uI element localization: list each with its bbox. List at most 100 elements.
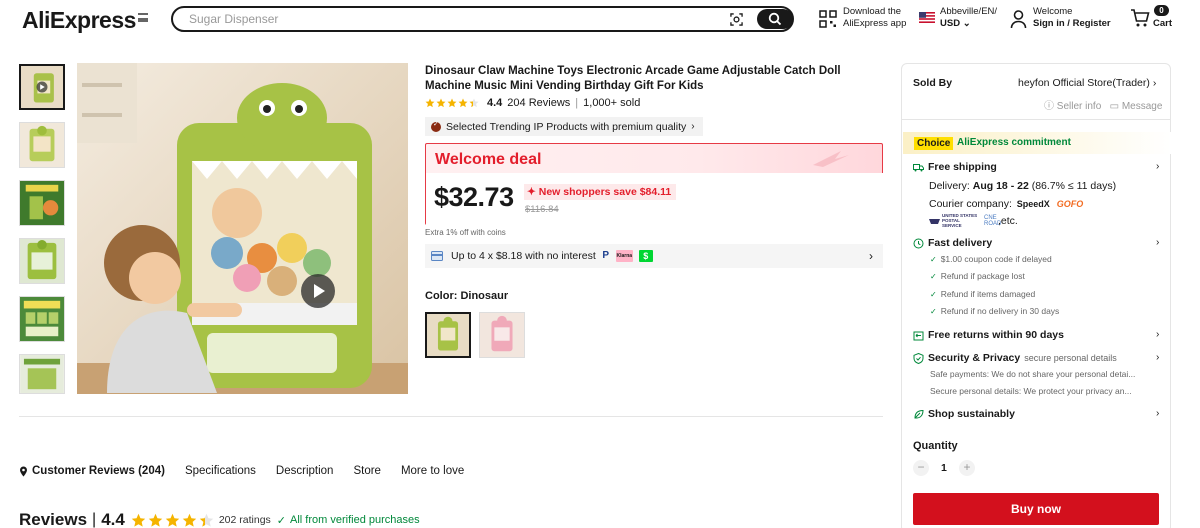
verified-badge-icon (431, 120, 441, 132)
sold-count: 1,000+ sold (583, 97, 641, 109)
secure-details-note: Secure personal details: We protect your… (930, 386, 1132, 396)
chevron-down-icon: ⌄ (962, 17, 971, 29)
product-title: Dinosaur Claw Machine Toys Electronic Ar… (425, 65, 841, 92)
star-icon (148, 513, 163, 527)
cart-icon[interactable] (1130, 8, 1150, 28)
fast-delivery-item: $1.00 coupon code if delayed (930, 254, 1052, 264)
main-product-image[interactable] (77, 63, 408, 394)
quantity-label: Quantity (913, 440, 958, 452)
thumbnail-image[interactable] (19, 296, 65, 342)
search-button[interactable] (757, 9, 793, 29)
installments-row[interactable]: Up to 4 x $8.18 with no interest P Klarn… (425, 244, 883, 268)
search-input[interactable] (189, 11, 709, 27)
security-privacy-row[interactable]: Security & Privacy secure personal detai… (913, 352, 1117, 364)
buy-now-button[interactable]: Buy now (913, 493, 1159, 525)
speedx-logo: SpeedX (1016, 199, 1050, 209)
clock-icon (913, 238, 924, 248)
qr-code-icon[interactable] (819, 10, 837, 28)
section-divider (19, 416, 883, 417)
commitment-bar: Choice AliExpress commitment (903, 132, 1171, 154)
aliexpress-logo[interactable]: AliExpress (22, 7, 136, 34)
star-icon (199, 513, 214, 527)
reviews-rating: 4.4 (101, 510, 125, 528)
reviews-count[interactable]: 204 Reviews (507, 97, 570, 109)
leaf-icon (914, 409, 924, 419)
seller-info-link[interactable]: ⓘ Seller info (1044, 101, 1101, 112)
check-icon: ✓ (276, 514, 287, 527)
color-swatch-pink[interactable] (479, 312, 525, 358)
thumbnail-image[interactable] (19, 354, 65, 394)
shield-icon (913, 352, 924, 364)
gofo-logo: GOFO (1056, 199, 1084, 209)
chevron-right-icon[interactable]: › (1156, 237, 1159, 248)
courier-info: Courier company: SpeedX GOFO (929, 198, 1084, 210)
tab-description[interactable]: Description (276, 464, 334, 478)
play-video-button[interactable] (301, 274, 335, 308)
fast-delivery-item: Refund if no delivery in 30 days (930, 306, 1060, 316)
fast-delivery-item: Refund if items damaged (930, 289, 1036, 299)
locale-selector[interactable]: Abbeville/EN/ USD ⌄ (940, 6, 997, 29)
delivery-info: Delivery: Aug 18 - 22 (86.7% ≤ 11 days) (929, 180, 1117, 192)
welcome-deal-title: Welcome deal (435, 151, 542, 168)
chevron-right-icon[interactable]: › (1156, 408, 1159, 419)
chevron-right-icon[interactable]: › (1156, 352, 1159, 363)
safe-payments-note: Safe payments: We do not share your pers… (930, 369, 1136, 379)
account-menu[interactable]: Welcome Sign in / Register (1033, 6, 1111, 29)
reviews-stars (131, 513, 214, 528)
truck-icon (913, 163, 924, 171)
fast-delivery-row[interactable]: Fast delivery (913, 237, 992, 249)
quantity-decrease-button[interactable]: − (913, 460, 929, 476)
tab-specifications[interactable]: Specifications (185, 464, 256, 478)
cart-label[interactable]: Cart (1153, 18, 1172, 29)
thumbnail-image[interactable] (19, 180, 65, 226)
thumbnail-video[interactable] (19, 64, 65, 110)
pin-icon (20, 466, 27, 476)
color-swatch-dinosaur[interactable] (425, 312, 471, 358)
free-shipping-row[interactable]: Free shipping (913, 161, 997, 173)
tab-store[interactable]: Store (353, 464, 381, 478)
quantity-increase-button[interactable]: + (959, 460, 975, 476)
star-icon (469, 98, 479, 108)
tag-icon: ✦ (527, 186, 536, 198)
choice-badge: Choice (914, 137, 954, 150)
product-tabs: Customer Reviews (204) Specifications De… (19, 464, 484, 478)
shop-sustainably-row[interactable]: Shop sustainably (913, 408, 1015, 420)
user-icon[interactable] (1010, 9, 1027, 29)
tab-customer-reviews[interactable]: Customer Reviews (204) (19, 464, 165, 478)
rating-summary[interactable]: 4.4 204 Reviews | 1,000+ sold (425, 96, 640, 110)
chevron-right-icon: › (1152, 77, 1157, 89)
verified-purchases: ✓ All from verified purchases (276, 514, 420, 527)
return-box-icon (913, 331, 924, 340)
star-icon (165, 513, 180, 527)
thumbnail-image[interactable] (19, 238, 65, 284)
search-bar (171, 6, 794, 32)
new-shopper-save-tag: ✦ New shoppers save $84.11 (524, 184, 677, 200)
menu-icon[interactable] (138, 13, 148, 22)
paypal-icon: P (602, 250, 610, 261)
card-icon (431, 251, 443, 261)
store-link[interactable]: heyfon Official Store(Trader) › (1018, 77, 1156, 89)
top-header: AliExpress Download the AliExpress app (0, 0, 1200, 40)
image-search-icon[interactable] (730, 13, 743, 26)
download-app-link[interactable]: Download the AliExpress app (843, 6, 906, 29)
cash-app-icon: $ (638, 250, 653, 262)
trending-badge[interactable]: Selected Trending IP Products with premi… (425, 117, 703, 136)
chevron-right-icon[interactable]: › (1156, 161, 1159, 172)
sold-by-label: Sold By (913, 77, 953, 89)
welcome-deal-box: Welcome deal $32.73 ✦ New shoppers save … (425, 143, 884, 225)
message-link[interactable]: ▭ Message (1110, 101, 1163, 112)
chevron-right-icon[interactable]: › (1156, 329, 1159, 340)
rating-value: 4.4 (487, 97, 503, 109)
color-label: Color: Dinosaur (425, 290, 509, 302)
klarna-icon: Klarna (615, 250, 633, 262)
thumbnail-image[interactable] (19, 122, 65, 168)
star-icon (447, 98, 457, 108)
courier-logos: UNITED STATES POSTAL SERVICE CNE ROAD ,et… (929, 213, 1018, 228)
free-returns-row[interactable]: Free returns within 90 days (913, 329, 1064, 341)
tab-more-to-love[interactable]: More to love (401, 464, 464, 478)
commitment-text: AliExpress commitment (957, 137, 1071, 148)
info-icon: ⓘ (1044, 101, 1054, 112)
coins-note: Extra 1% off with coins (425, 228, 506, 237)
price-row: $32.73 ✦ New shoppers save $84.11 $116.8… (426, 173, 884, 225)
quantity-value[interactable]: 1 (941, 462, 947, 474)
